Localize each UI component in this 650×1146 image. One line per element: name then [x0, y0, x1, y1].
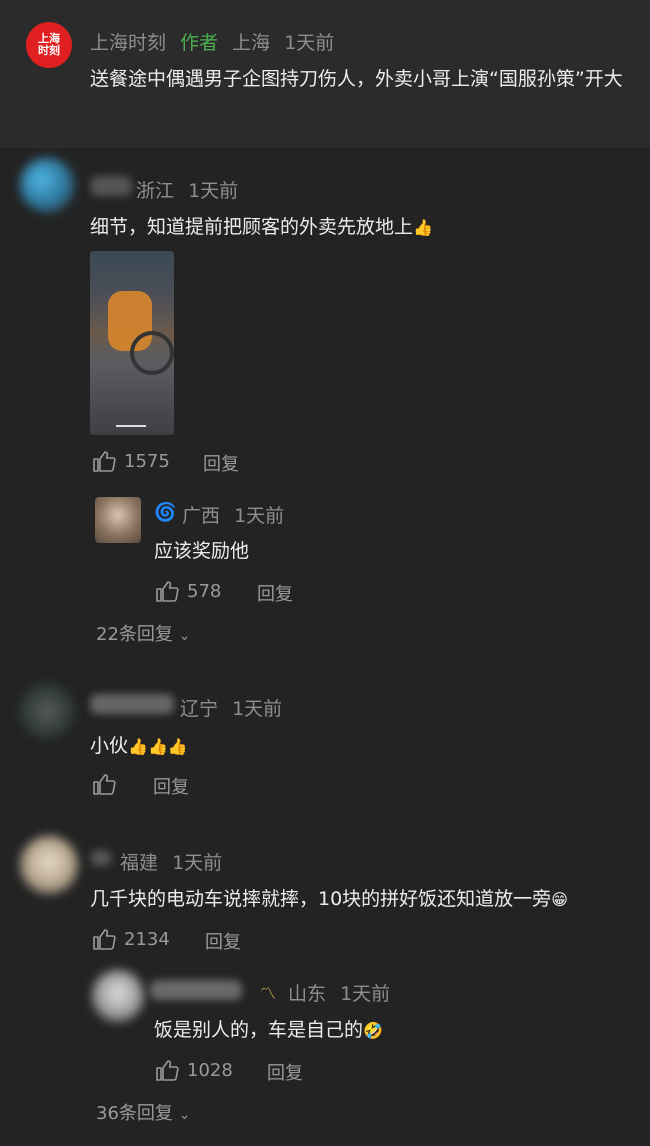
username-blurred — [90, 694, 174, 714]
thumbs-up-icon — [156, 1060, 179, 1081]
comment-time: 1天前 — [232, 698, 283, 720]
post-meta: 上海时刻 作者 上海 1天前 — [90, 28, 342, 55]
comment-time: 1天前 — [172, 852, 223, 874]
like-button[interactable]: 1575 — [92, 450, 170, 472]
reply-button[interactable]: 回复 — [205, 928, 241, 954]
grin-emoji: 😁 — [551, 890, 568, 909]
more-replies-link[interactable]: 36条回复 ⌄ — [96, 1099, 190, 1125]
author-name[interactable]: 上海时刻 — [90, 32, 166, 54]
avatar[interactable] — [92, 970, 144, 1022]
reply-button[interactable]: 回复 — [267, 1059, 303, 1085]
comment-meta: 福建 1天前 — [120, 848, 230, 875]
thumbs-up-icon — [93, 774, 116, 795]
comment-meta: 浙江 1天前 — [136, 176, 246, 203]
comment-meta: 辽宁 1天前 — [180, 694, 290, 721]
reply-button[interactable]: 回复 — [203, 450, 239, 476]
comment-text: 几千块的电动车说摔就摔，10块的拼好饭还知道放一旁😁 — [90, 884, 568, 915]
spiral-icon: 🌀 — [154, 502, 177, 523]
reply-button[interactable]: 回复 — [153, 773, 189, 799]
comment-time: 1天前 — [188, 180, 239, 202]
reply-location: 广西 — [182, 505, 221, 527]
avatar[interactable] — [20, 158, 74, 212]
laugh-cry-emoji: 🤣 — [363, 1021, 383, 1040]
thumbs-up-icon — [93, 451, 116, 472]
like-button[interactable]: 578 — [155, 580, 221, 602]
post-time: 1天前 — [284, 32, 335, 54]
reply-meta: 山东 1天前 — [288, 979, 398, 1006]
thumbs-up-icon — [93, 929, 116, 950]
publisher-logo[interactable]: 上海时刻 — [26, 22, 72, 68]
author-badge: 作者 — [180, 32, 219, 54]
comment-location: 浙江 — [136, 180, 175, 202]
reply-meta: 广西 1天前 — [182, 501, 292, 528]
avatar[interactable] — [20, 836, 78, 894]
reply-time: 1天前 — [234, 505, 285, 527]
username-blurred — [90, 176, 132, 196]
comment-text: 小伙👍👍👍 — [90, 731, 188, 762]
comment-text: 细节，知道提前把顾客的外卖先放地上👍 — [90, 212, 433, 243]
reply-text: 应该奖励他 — [154, 540, 250, 562]
thumbs-up-emoji: 👍 — [128, 737, 148, 756]
reply-location: 山东 — [288, 983, 327, 1005]
reply-button[interactable]: 回复 — [257, 580, 293, 606]
badge-icon: 〽 — [260, 984, 277, 1003]
avatar[interactable] — [95, 497, 141, 543]
thumbs-up-emoji: 👍 — [413, 218, 433, 237]
avatar[interactable] — [20, 684, 74, 738]
post-location: 上海 — [232, 32, 271, 54]
comment-location: 辽宁 — [180, 698, 219, 720]
post-text: 送餐途中偶遇男子企图持刀伤人，外卖小哥上演“国服孙策”开大 — [90, 68, 623, 90]
more-replies-link[interactable]: 22条回复 ⌄ — [96, 620, 190, 646]
thumbs-up-emoji: 👍 — [147, 737, 168, 756]
reply-time: 1天前 — [340, 983, 391, 1005]
thumbs-up-icon — [156, 581, 179, 602]
comment-location: 福建 — [120, 852, 159, 874]
like-button[interactable]: 1028 — [155, 1059, 233, 1081]
username-blurred — [150, 980, 242, 1000]
thumbs-up-emoji: 👍 — [167, 737, 188, 756]
like-button[interactable] — [92, 773, 124, 795]
comment-image[interactable] — [90, 251, 174, 435]
like-button[interactable]: 2134 — [92, 928, 170, 950]
username-blurred — [90, 850, 112, 866]
chevron-down-icon: ⌄ — [178, 1107, 191, 1123]
chevron-down-icon: ⌄ — [178, 628, 191, 644]
reply-text: 饭是别人的，车是自己的🤣 — [154, 1015, 383, 1046]
